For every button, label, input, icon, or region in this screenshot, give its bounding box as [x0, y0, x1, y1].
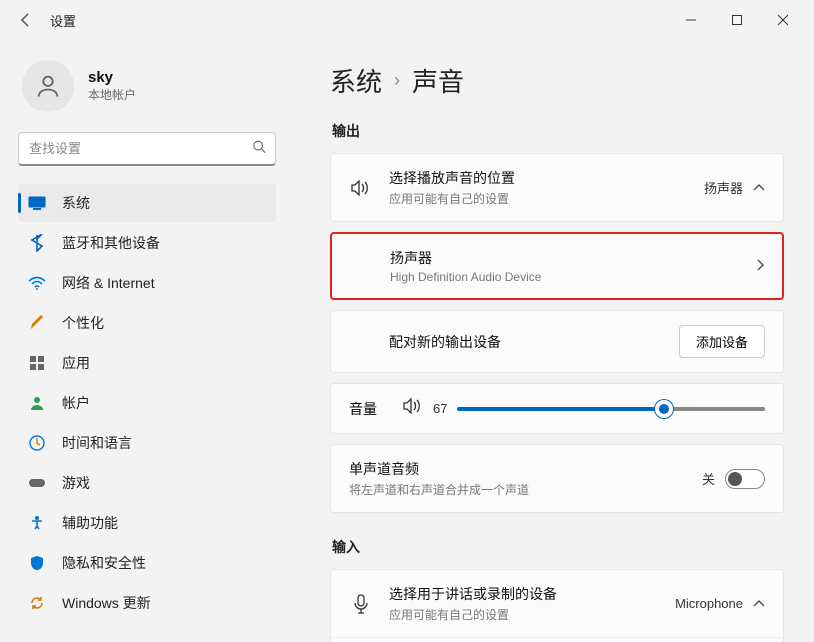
breadcrumb-leaf: 声音: [412, 62, 464, 99]
speaker-icon: [349, 180, 373, 196]
speaker-device-row[interactable]: 扬声器 High Definition Audio Device: [330, 232, 784, 300]
user-name: sky: [88, 69, 136, 86]
nav-apps[interactable]: 应用: [18, 344, 276, 382]
output-device-card: 选择播放声音的位置 应用可能有自己的设置 扬声器: [330, 153, 784, 222]
search-wrap: [18, 132, 276, 166]
input-selected-value: Microphone: [675, 596, 743, 611]
system-icon: [28, 194, 46, 212]
nav-personalization[interactable]: 个性化: [18, 304, 276, 342]
nav-windows-update[interactable]: Windows 更新: [18, 584, 276, 622]
window-controls: [668, 4, 806, 36]
globe-clock-icon: [28, 434, 46, 452]
nav-time-language[interactable]: 时间和语言: [18, 424, 276, 462]
volume-value: 67: [433, 401, 447, 416]
main-content: 系统 › 声音 输出 选择播放声音的位置 应用可能有自己的设置 扬声器: [290, 40, 814, 642]
avatar: [22, 60, 74, 112]
nav-gaming[interactable]: 游戏: [18, 464, 276, 502]
input-device-card: 选择用于讲话或录制的设备 应用可能有自己的设置 Microphone Micro…: [330, 569, 784, 642]
slider-thumb[interactable]: [655, 400, 673, 418]
breadcrumb: 系统 › 声音: [330, 62, 784, 99]
nav-network[interactable]: 网络 & Internet: [18, 264, 276, 302]
nav-bluetooth[interactable]: 蓝牙和其他设备: [18, 224, 276, 262]
breadcrumb-root[interactable]: 系统: [330, 62, 382, 99]
minimize-button[interactable]: [668, 4, 714, 36]
user-profile[interactable]: sky 本地帐户: [18, 50, 276, 132]
gamepad-icon: [28, 474, 46, 492]
bluetooth-icon: [28, 234, 46, 252]
search-icon: [252, 140, 266, 159]
add-device-button[interactable]: 添加设备: [679, 325, 765, 358]
settings-window: 设置 sky 本地帐户 系统 蓝牙和其他设: [0, 0, 814, 642]
titlebar: 设置: [0, 0, 814, 40]
volume-icon[interactable]: [403, 398, 423, 419]
nav-accounts[interactable]: 帐户: [18, 384, 276, 422]
volume-slider[interactable]: [457, 407, 765, 411]
input-section-title: 输入: [332, 537, 784, 557]
output-selected-value: 扬声器: [704, 178, 743, 197]
close-button[interactable]: [760, 4, 806, 36]
user-account-type: 本地帐户: [88, 86, 136, 103]
choose-input-row[interactable]: 选择用于讲话或录制的设备 应用可能有自己的设置 Microphone: [331, 570, 783, 637]
volume-row: 音量 67: [330, 383, 784, 434]
microphone-icon: [349, 594, 373, 614]
output-section-title: 输出: [332, 121, 784, 141]
mono-audio-row: 单声道音频 将左声道和右声道合并成一个声道 关: [330, 444, 784, 513]
sidebar: sky 本地帐户 系统 蓝牙和其他设备 网络 & Internet 个性化 应用…: [0, 40, 290, 642]
chevron-right-icon: [756, 259, 764, 274]
person-icon: [28, 394, 46, 412]
wifi-icon: [28, 274, 46, 292]
chevron-right-icon: ›: [394, 70, 400, 91]
pair-output-row: 配对新的输出设备 添加设备: [330, 310, 784, 373]
nav-privacy[interactable]: 隐私和安全性: [18, 544, 276, 582]
microphone-device-row[interactable]: Microphone High Definition Audio Device: [331, 637, 783, 642]
maximize-button[interactable]: [714, 4, 760, 36]
window-title: 设置: [50, 11, 76, 30]
chevron-up-icon: [753, 596, 765, 611]
brush-icon: [28, 314, 46, 332]
update-icon: [28, 594, 46, 612]
back-button[interactable]: [8, 2, 44, 38]
nav-accessibility[interactable]: 辅助功能: [18, 504, 276, 542]
mono-state-label: 关: [702, 469, 715, 488]
apps-icon: [28, 354, 46, 372]
shield-icon: [28, 554, 46, 572]
nav: 系统 蓝牙和其他设备 网络 & Internet 个性化 应用 帐户 时间和语言…: [18, 184, 276, 622]
choose-output-row[interactable]: 选择播放声音的位置 应用可能有自己的设置 扬声器: [331, 154, 783, 221]
nav-system[interactable]: 系统: [18, 184, 276, 222]
chevron-up-icon: [753, 180, 765, 195]
search-input[interactable]: [18, 132, 276, 166]
accessibility-icon: [28, 514, 46, 532]
mono-toggle[interactable]: [725, 469, 765, 489]
